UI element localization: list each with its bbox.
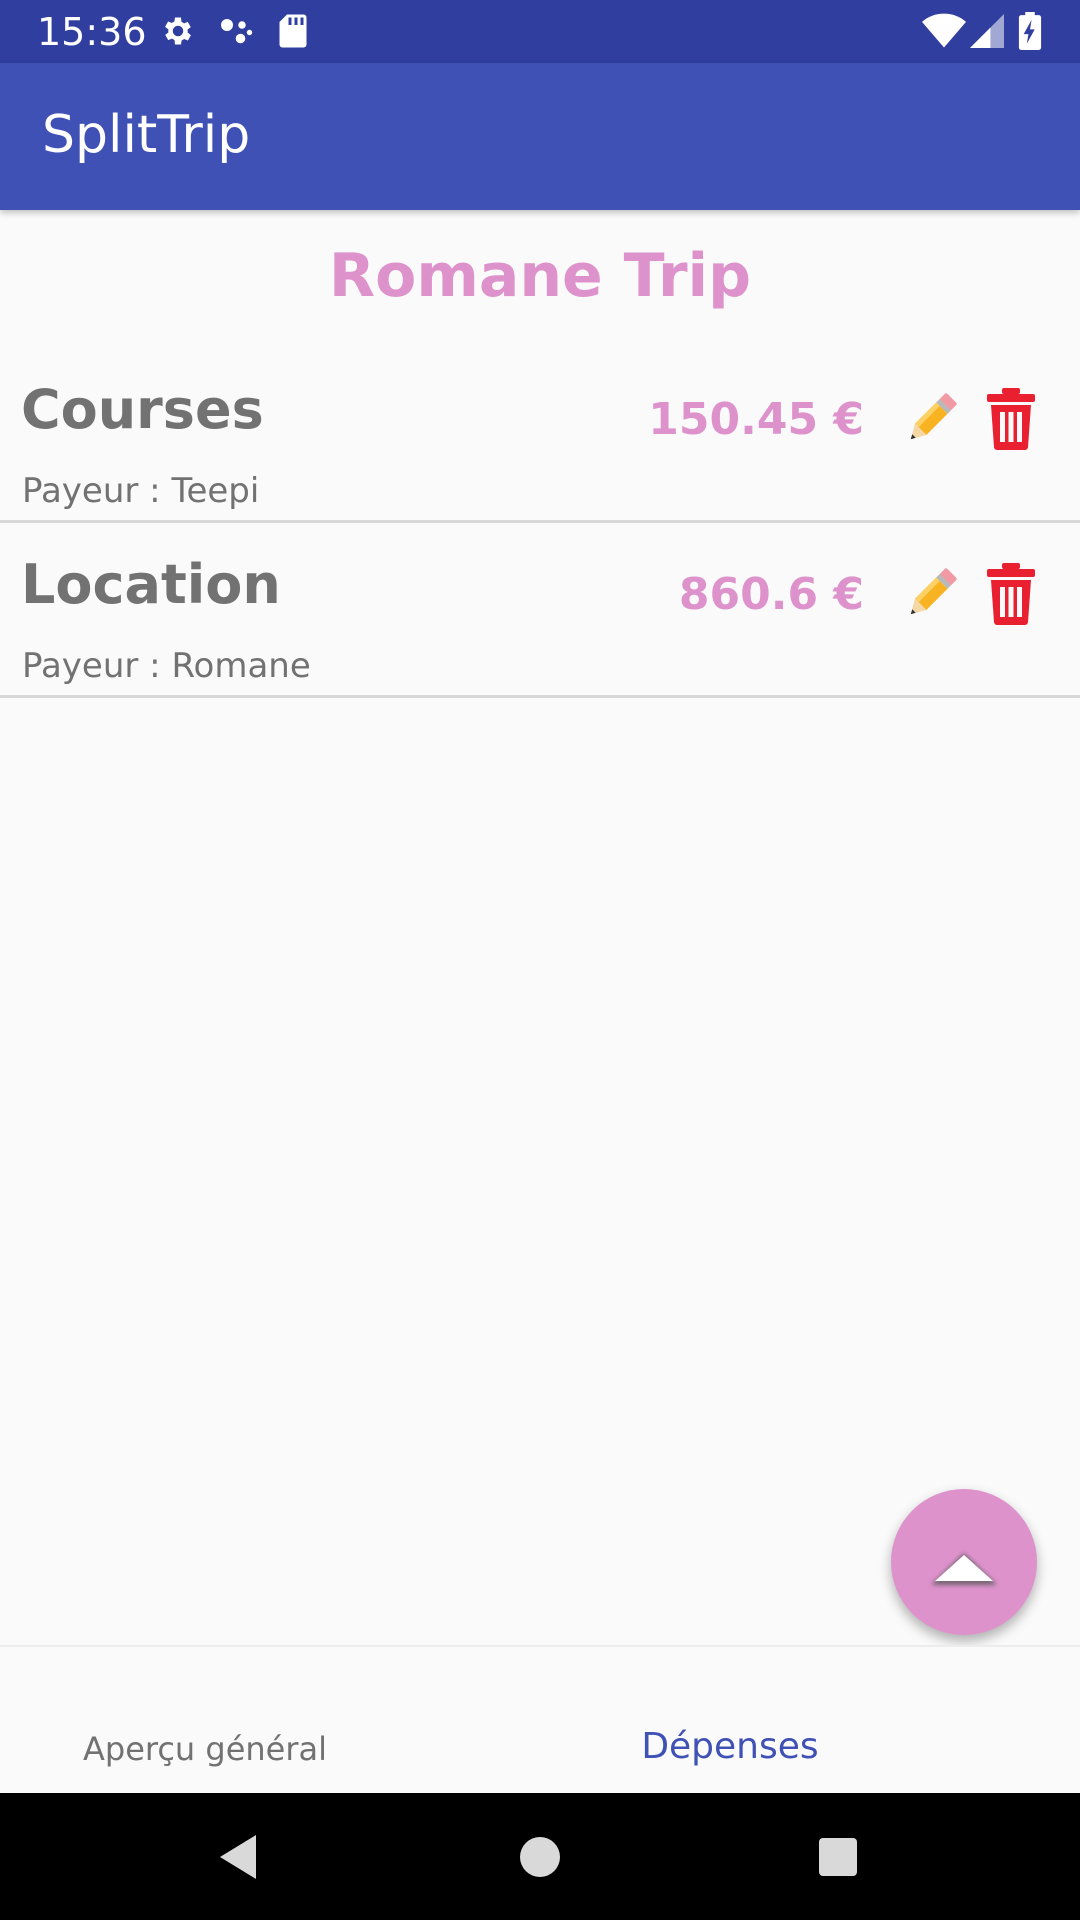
- expense-payer: Payeur : Romane: [22, 646, 311, 686]
- recents-icon[interactable]: [810, 1829, 866, 1885]
- app-title: SplitTrip: [42, 105, 251, 165]
- trash-icon: [987, 388, 1035, 450]
- back-icon[interactable]: [212, 1829, 268, 1885]
- gear-icon: [165, 17, 191, 45]
- expense-payer: Payeur : Teepi: [22, 471, 260, 511]
- expense-name: Location: [21, 553, 281, 616]
- delete-expense-button[interactable]: [985, 386, 1037, 450]
- expense-row[interactable]: Courses 150.45 € Payeur: Teepi: [0, 348, 1080, 523]
- expense-list: Courses 150.45 € Payeur: Teepi Location…: [0, 348, 1080, 698]
- battery-charging-icon: [1018, 12, 1042, 50]
- edit-expense-button[interactable]: [900, 386, 964, 450]
- wifi-icon: [922, 13, 966, 48]
- tab-expenses-label: Dépenses: [641, 1726, 819, 1767]
- expense-name: Courses: [21, 378, 264, 441]
- signal-icon: [970, 14, 1004, 48]
- navigation-bar: [0, 1793, 1080, 1920]
- status-time: 15:36: [37, 10, 147, 54]
- bottom-tabs: Aperçu général Dépenses: [0, 1645, 1080, 1795]
- tab-overview-label: Aperçu général: [82, 1730, 327, 1768]
- expense-amount: 150.45 €: [648, 394, 864, 445]
- home-icon[interactable]: [512, 1829, 568, 1885]
- sd-card-icon: [279, 14, 307, 48]
- trash-icon: [987, 563, 1035, 625]
- app-bar: SplitTrip: [0, 63, 1080, 210]
- assistant-dots-icon: [221, 19, 253, 44]
- pencil-icon: [910, 568, 957, 615]
- chevron-up-icon: [931, 1553, 997, 1585]
- expense-amount: 860.6 €: [678, 569, 864, 620]
- edit-expense-button[interactable]: [900, 561, 964, 625]
- trip-title: Romane Trip: [328, 241, 752, 311]
- delete-expense-button[interactable]: [985, 561, 1037, 625]
- tab-overview[interactable]: Aperçu général: [0, 1647, 540, 1795]
- screen: 15:36 SplitTrip Romane Trip Courses 150.…: [0, 0, 1080, 1920]
- fab-button[interactable]: [891, 1489, 1037, 1635]
- pencil-icon: [910, 393, 957, 440]
- expense-row[interactable]: Location 860.6 € Payeur: Romane: [0, 523, 1080, 698]
- tab-expenses[interactable]: Dépenses: [540, 1647, 1080, 1795]
- status-bar: 15:36: [0, 0, 1080, 63]
